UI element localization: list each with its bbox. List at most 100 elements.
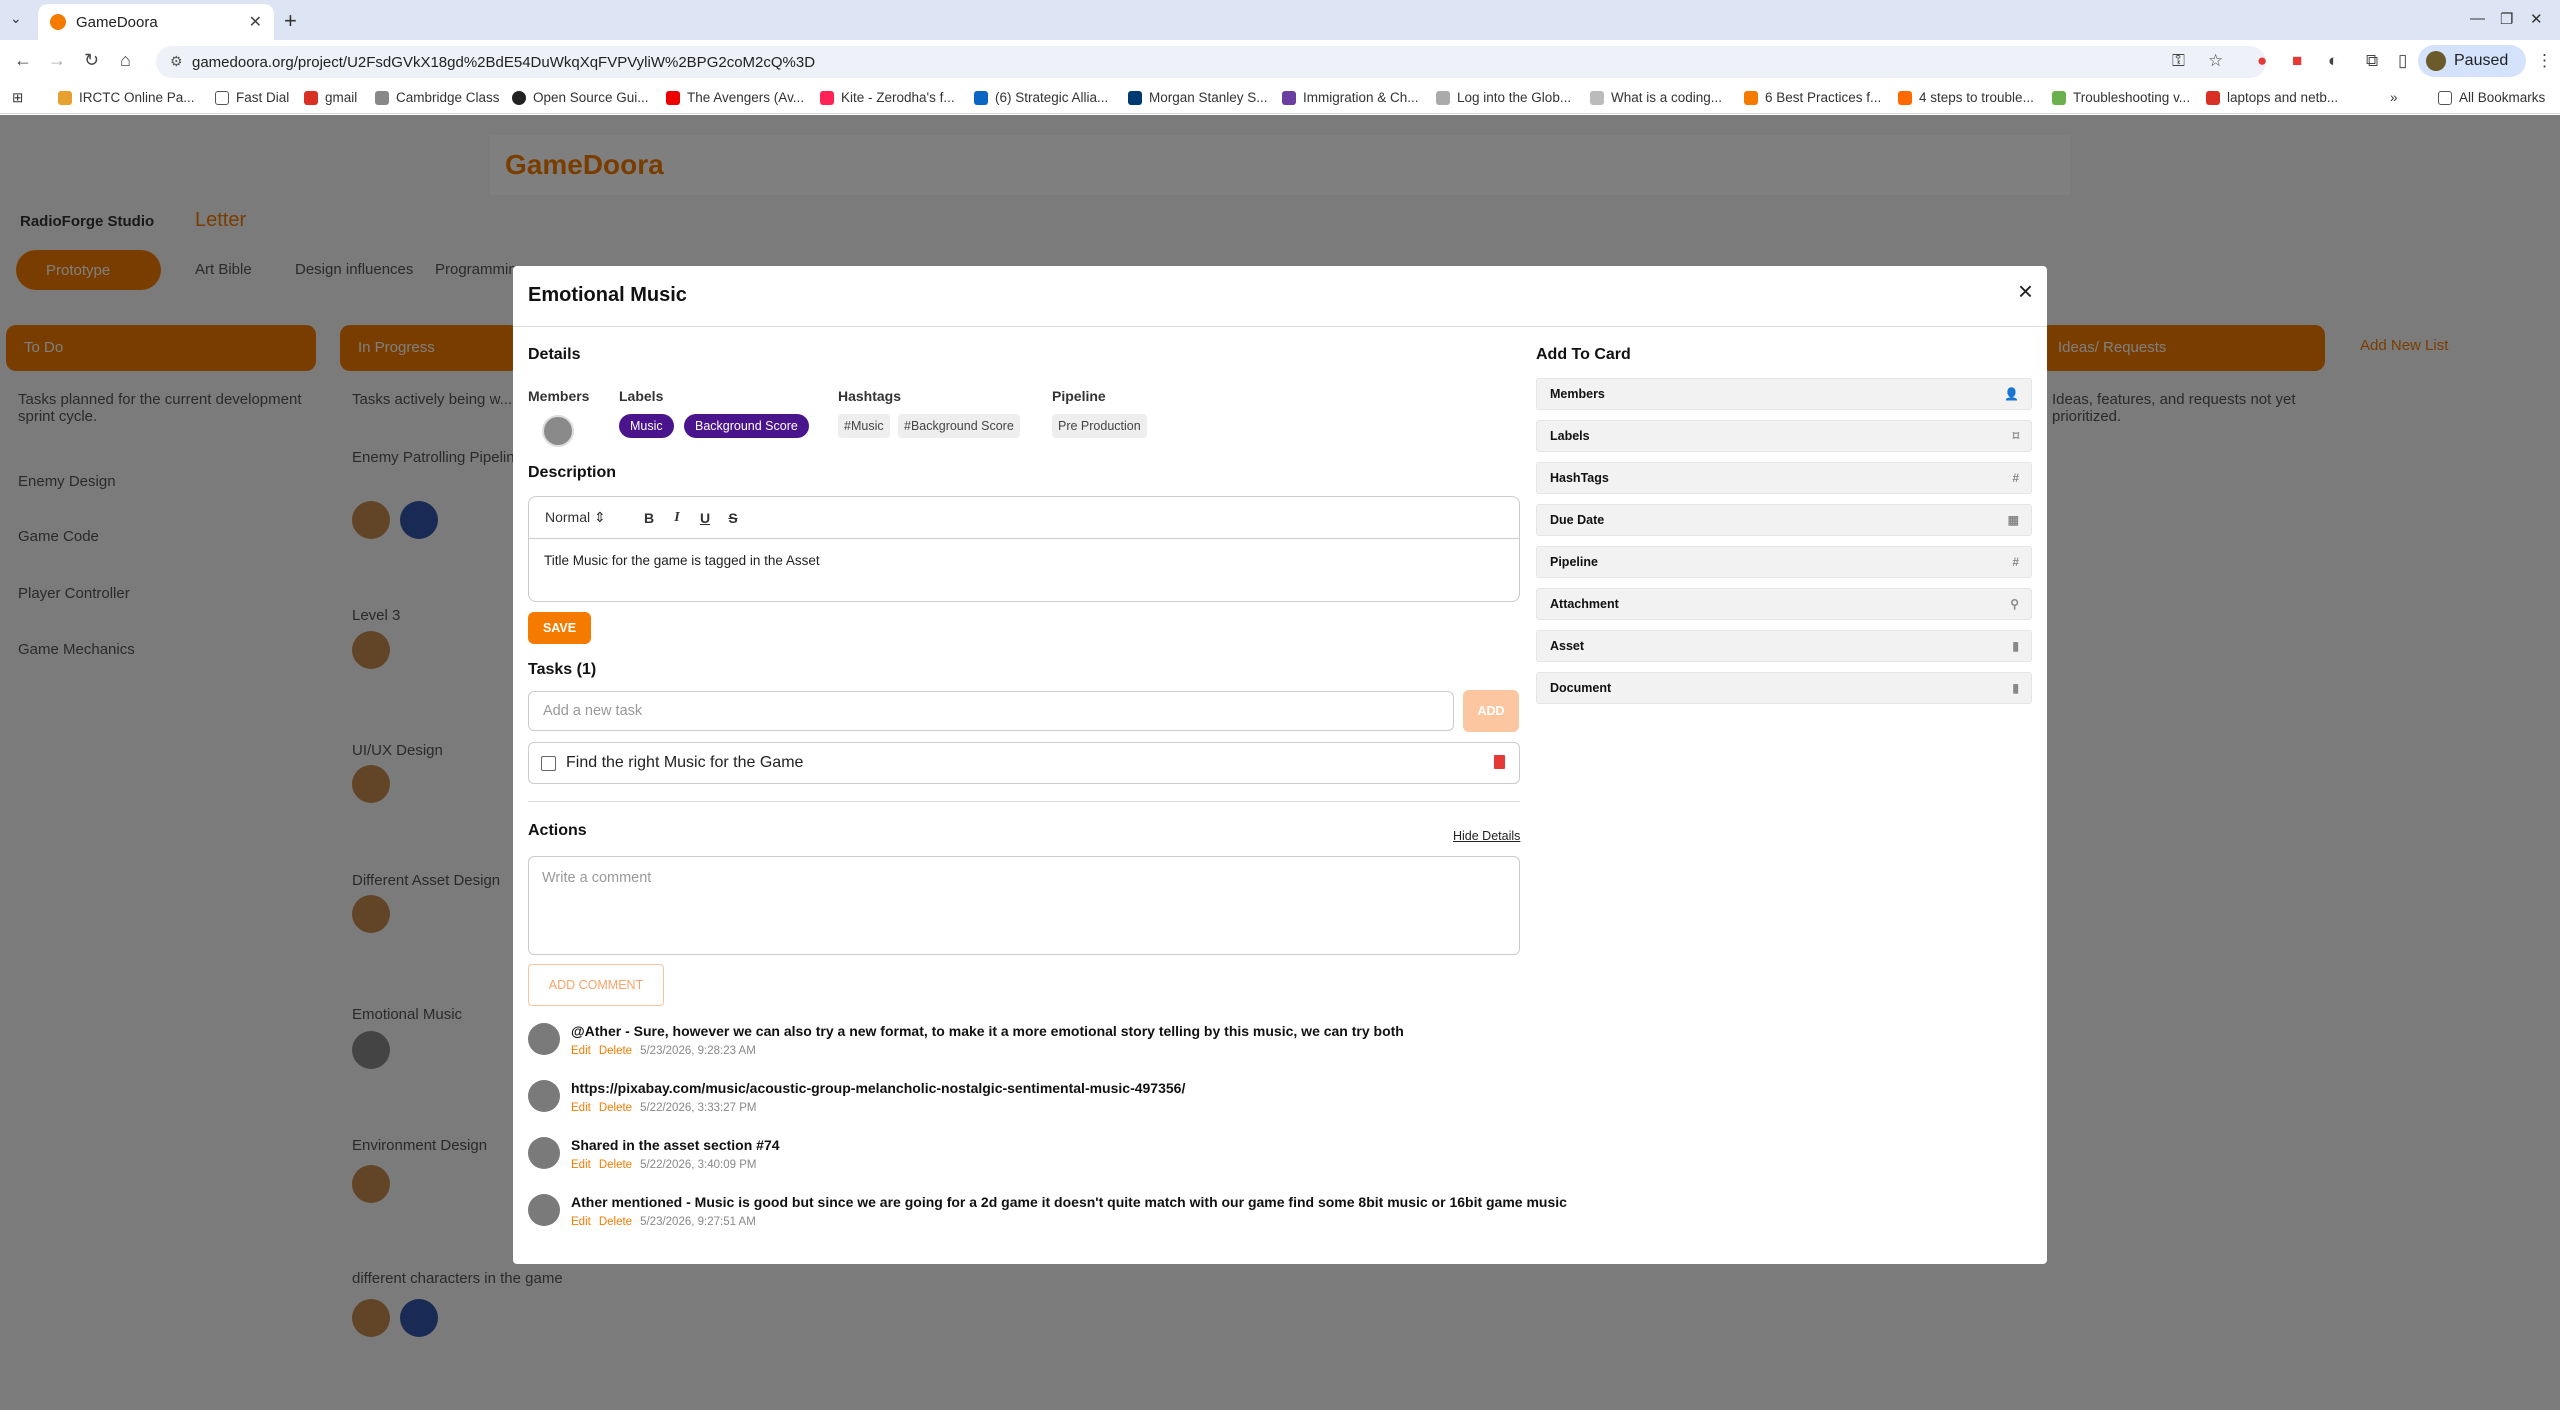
bookmark-star-icon[interactable]: ☆ [2208, 51, 2223, 71]
new-task-input[interactable]: Add a new task [528, 691, 1454, 731]
profile-paused-button[interactable]: Paused [2418, 45, 2526, 77]
bookmarks-overflow-icon[interactable]: » [2390, 90, 2398, 105]
add-comment-button[interactable]: ADD COMMENT [528, 964, 664, 1006]
hide-details-link[interactable]: Hide Details [1453, 829, 1520, 843]
pipeline-label: Pipeline [1052, 388, 1106, 404]
hashtag-music[interactable]: #Music [838, 414, 890, 438]
bookmark-item[interactable]: 6 Best Practices f... [1744, 90, 1881, 105]
edit-comment-link[interactable]: Edit [571, 1159, 591, 1171]
restore-icon[interactable]: ❐ [2500, 10, 2513, 28]
comment-text: Shared in the asset section #74 [571, 1137, 780, 1153]
window-close-icon[interactable]: ✕ [2530, 10, 2543, 28]
bookmark-item[interactable]: The Avengers (Av... [666, 90, 804, 105]
delete-comment-link[interactable]: Delete [599, 1045, 632, 1057]
delete-comment-link[interactable]: Delete [599, 1102, 632, 1114]
comment-timestamp: 5/23/2026, 9:27:51 AM [640, 1216, 756, 1228]
password-key-icon[interactable]: ⚿ [2172, 51, 2185, 71]
back-icon[interactable]: ← [14, 50, 32, 71]
bookmark-item[interactable]: Cambridge Class [375, 90, 500, 105]
delete-comment-link[interactable]: Delete [599, 1159, 632, 1171]
member-avatar[interactable] [542, 415, 574, 447]
strikethrough-icon[interactable]: S [719, 510, 747, 526]
comment-text: https://pixabay.com/music/acoustic-group… [571, 1080, 1186, 1096]
extensions-puzzle-icon[interactable]: ⧉ [2366, 51, 2378, 71]
paused-label: Paused [2454, 52, 2509, 69]
all-bookmarks[interactable]: All Bookmarks [2438, 90, 2545, 105]
format-select[interactable]: Normal ⇕ [545, 509, 635, 526]
label-music[interactable]: Music [619, 414, 674, 438]
add-due-date-button[interactable]: Due Date ▦ [1536, 504, 2032, 536]
bookmark-item[interactable]: gmail [304, 90, 357, 105]
add-members-button[interactable]: Members 👤 [1536, 378, 2032, 410]
chrome-menu-icon[interactable]: ⋮ [2536, 51, 2553, 71]
details-heading: Details [528, 346, 581, 363]
avatar [528, 1137, 560, 1169]
pipeline-tag[interactable]: Pre Production [1052, 414, 1147, 438]
add-pipeline-button[interactable]: Pipeline # [1536, 546, 2032, 578]
site-info-icon[interactable]: ⚙ [170, 53, 183, 70]
comment-input[interactable]: Write a comment [528, 856, 1520, 955]
side-panel-icon[interactable]: ▯ [2398, 51, 2407, 71]
bookmark-item[interactable]: Morgan Stanley S... [1128, 90, 1268, 105]
bookmark-item[interactable]: Troubleshooting v... [2052, 90, 2190, 105]
description-editor[interactable]: Normal ⇕ B I U S Title Music for the gam… [528, 496, 1520, 602]
bold-icon[interactable]: B [635, 510, 663, 526]
bookmark-item[interactable]: IRCTC Online Pa... [58, 90, 195, 105]
editor-toolbar: Normal ⇕ B I U S [529, 497, 1519, 539]
add-task-button[interactable]: ADD [1463, 690, 1519, 732]
minimize-icon[interactable]: — [2470, 10, 2485, 27]
bookmark-item[interactable]: laptops and netb... [2206, 90, 2338, 105]
bookmark-item[interactable]: 4 steps to trouble... [1898, 90, 2034, 105]
edit-comment-link[interactable]: Edit [571, 1216, 591, 1228]
card-detail-modal: Emotional Music × Details Members Labels… [513, 266, 2047, 1264]
divider [513, 326, 2047, 327]
tab-search-icon[interactable]: ⌄ [10, 10, 22, 27]
underline-icon[interactable]: U [691, 510, 719, 526]
label-background-score[interactable]: Background Score [684, 414, 809, 438]
task-checkbox[interactable] [541, 755, 556, 771]
apps-grid-icon[interactable]: ⊞ [12, 90, 23, 106]
bookmark-item[interactable]: Kite - Zerodha's f... [820, 90, 955, 105]
save-button[interactable]: SAVE [528, 612, 591, 644]
add-attachment-button[interactable]: Attachment ⚲ [1536, 588, 2032, 620]
hash-icon: # [2012, 471, 2019, 485]
add-asset-button[interactable]: Asset ▮ [1536, 630, 2032, 662]
reload-icon[interactable]: ↻ [84, 50, 99, 71]
tab-close-icon[interactable]: ✕ [249, 12, 262, 32]
record-extension-icon[interactable]: ■ [2292, 51, 2302, 71]
bookmark-item[interactable]: Open Source Gui... [512, 90, 649, 105]
opera-extension-icon[interactable]: ● [2257, 51, 2267, 71]
avatar [528, 1194, 560, 1226]
edit-comment-link[interactable]: Edit [571, 1045, 591, 1057]
description-text[interactable]: Title Music for the game is tagged in th… [529, 539, 1519, 582]
home-icon[interactable]: ⌂ [120, 50, 131, 71]
trash-icon[interactable] [1494, 755, 1505, 769]
hashtag-background-score[interactable]: #Background Score [898, 414, 1020, 438]
new-tab-icon[interactable]: + [284, 8, 297, 34]
bookmark-item[interactable]: Log into the Glob... [1436, 90, 1571, 105]
tab-title: GameDoora [76, 13, 158, 31]
add-document-button[interactable]: Document ▮ [1536, 672, 2032, 704]
bookmark-item[interactable]: Immigration & Ch... [1282, 90, 1419, 105]
gamedoora-favicon-icon [50, 14, 66, 30]
bookmark-item[interactable]: What is a coding... [1590, 90, 1722, 105]
bookmark-item[interactable]: (6) Strategic Allia... [974, 90, 1108, 105]
address-bar[interactable]: ⚙ gamedoora.org/project/U2FsdGVkX18gd%2B… [156, 46, 2266, 78]
browser-tab-gamedoora[interactable]: GameDoora ✕ [38, 4, 274, 40]
edit-comment-link[interactable]: Edit [571, 1102, 591, 1114]
extension-icon[interactable]: ◐ [2328, 51, 2338, 71]
italic-icon[interactable]: I [663, 510, 691, 526]
task-text: Find the right Music for the Game [566, 754, 804, 771]
close-icon[interactable]: × [2018, 276, 2033, 307]
divider [528, 801, 1520, 802]
add-hashtags-button[interactable]: HashTags # [1536, 462, 2032, 494]
url-text: gamedoora.org/project/U2FsdGVkX18gd%2BdE… [192, 53, 816, 71]
bookmark-item[interactable]: Fast Dial [215, 90, 289, 105]
add-labels-button[interactable]: Labels ⌑ [1536, 420, 2032, 452]
forward-icon[interactable]: → [48, 50, 66, 71]
comment-timestamp: 5/22/2026, 3:33:27 PM [640, 1102, 757, 1114]
hashtags-label: Hashtags [838, 388, 902, 404]
comment-timestamp: 5/23/2026, 9:28:23 AM [640, 1045, 756, 1057]
task-row: Find the right Music for the Game [528, 742, 1520, 784]
delete-comment-link[interactable]: Delete [599, 1216, 632, 1228]
